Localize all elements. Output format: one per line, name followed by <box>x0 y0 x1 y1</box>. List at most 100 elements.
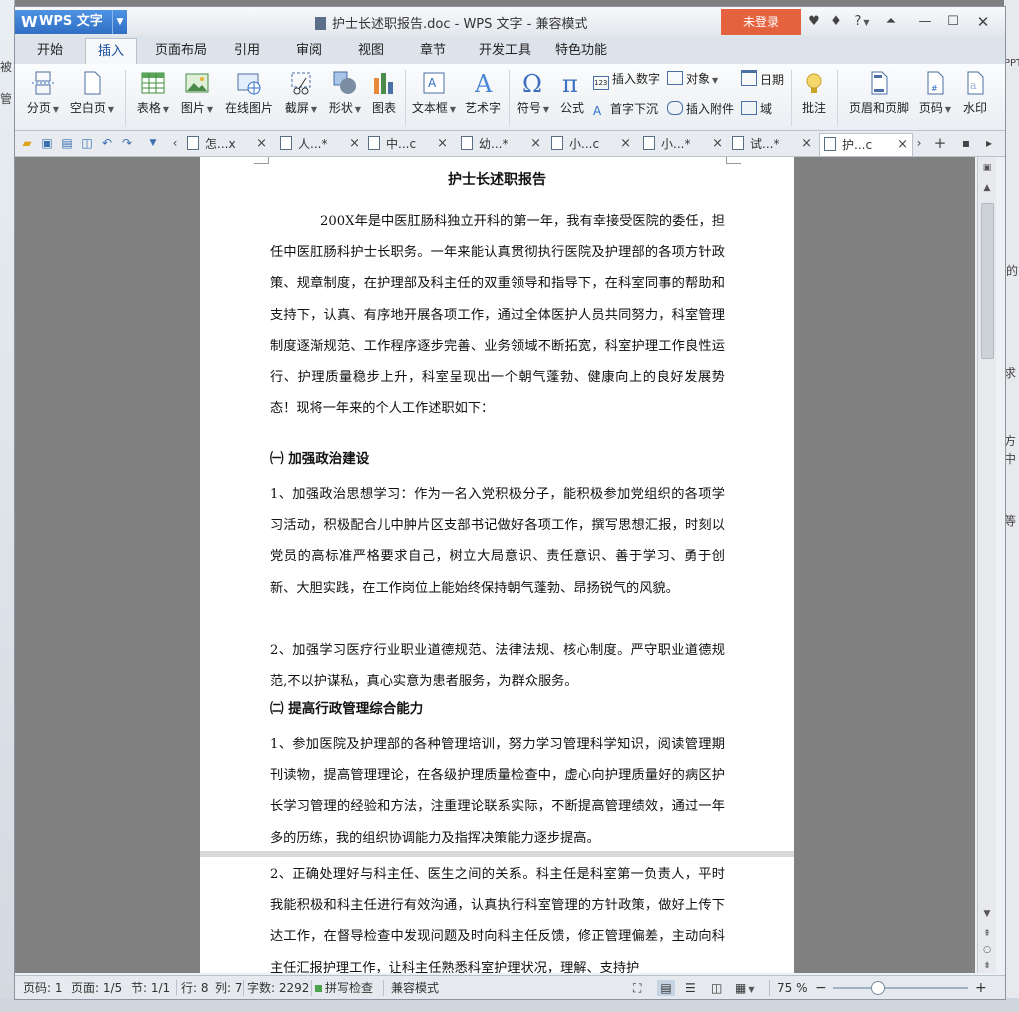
textbox-button[interactable]: A 文本框 ▼ <box>409 70 459 116</box>
chevron-right-icon[interactable]: › <box>911 135 927 151</box>
tab-page-layout[interactable]: 页面布局 <box>149 38 213 63</box>
chart-button[interactable]: 图表 <box>369 70 399 116</box>
spell-check-toggle[interactable]: 拼写检查 <box>315 980 373 996</box>
tab-view[interactable]: 视图 <box>351 38 391 63</box>
login-button[interactable]: 未登录 <box>721 9 801 35</box>
attachment-button[interactable]: 插入附件 <box>667 100 734 118</box>
wps-window: W WPS 文字 ▼ 护士长述职报告.doc - WPS 文字 - 兼容模式 未… <box>14 6 1006 1000</box>
new-tab-icon[interactable]: + <box>932 135 948 151</box>
tab-insert[interactable]: 插入 <box>85 38 137 64</box>
print-icon[interactable]: ▤ <box>59 135 75 151</box>
insert-number-button[interactable]: 123 插入数字 <box>593 70 660 90</box>
document-tab[interactable]: 中...c × <box>368 133 448 155</box>
field-button[interactable]: 域 <box>741 100 772 118</box>
zoom-slider-thumb[interactable] <box>870 981 885 995</box>
close-tab-icon[interactable]: × <box>349 133 360 155</box>
tab-settings-icon[interactable]: ▸ <box>981 135 997 151</box>
tab-list-icon[interactable]: ▪ <box>958 135 974 151</box>
tab-developer[interactable]: 开发工具 <box>473 38 537 63</box>
page-number-button[interactable]: # 页码 ▼ <box>915 70 955 116</box>
tab-review[interactable]: 审阅 <box>289 38 329 63</box>
formula-button[interactable]: π 公式 <box>557 70 587 116</box>
zoom-in-icon[interactable]: + <box>975 980 987 996</box>
zoom-slider-track[interactable] <box>833 987 968 989</box>
close-tab-icon[interactable]: × <box>256 133 267 155</box>
blank-page-button[interactable]: 空白页 ▼ <box>67 70 117 116</box>
minimize-icon[interactable]: — <box>917 13 933 31</box>
previous-page-icon[interactable]: ⇞ <box>978 927 996 941</box>
scroll-up-icon[interactable]: ▲ <box>978 181 996 195</box>
textbox-label: 文本框 <box>411 101 448 115</box>
wordart-button[interactable]: A 艺术字 <box>461 70 505 116</box>
skin-icon[interactable]: ♥ <box>806 13 822 31</box>
next-page-icon[interactable]: ⇟ <box>978 959 996 973</box>
close-tab-icon[interactable]: × <box>530 133 541 155</box>
comment-button[interactable]: 批注 <box>797 70 831 116</box>
tab-references[interactable]: 引用 <box>227 38 267 63</box>
fullscreen-view-icon[interactable]: ⛶ <box>633 980 641 996</box>
app-menu-button[interactable]: W WPS 文字 ▼ <box>15 10 127 34</box>
maximize-icon[interactable]: ☐ <box>945 13 961 31</box>
table-button[interactable]: 表格 ▼ <box>133 70 173 116</box>
watermark-button[interactable]: a 水印 <box>959 70 991 116</box>
header-footer-button[interactable]: 页眉和页脚 <box>845 70 913 116</box>
chevron-left-icon[interactable]: ‹ <box>167 135 183 151</box>
spell-check-label: 拼写检查 <box>325 981 374 995</box>
picture-button[interactable]: 图片 ▼ <box>177 70 217 116</box>
save-icon[interactable]: ▣ <box>39 135 55 151</box>
customize-dropdown-icon[interactable]: ▼ <box>145 135 161 151</box>
print-preview-icon[interactable]: ◫ <box>79 135 95 151</box>
online-picture-button[interactable]: 在线图片 <box>221 70 277 116</box>
split-icon[interactable]: ▣ <box>978 161 996 175</box>
close-tab-icon[interactable]: × <box>801 133 812 155</box>
scrollbar-thumb[interactable] <box>981 203 994 359</box>
collapse-icon[interactable]: ⏶ <box>883 13 899 31</box>
web-view-icon[interactable]: ◫ <box>711 980 722 996</box>
document-tab[interactable]: 小...* × <box>643 133 723 155</box>
close-icon[interactable]: ✕ <box>975 13 991 31</box>
shirt-icon[interactable]: ♦ <box>828 13 844 31</box>
tab-features[interactable]: 特色功能 <box>549 38 613 63</box>
reading-view-icon[interactable]: ▦ ▼ <box>735 980 755 996</box>
document-tab[interactable]: 人...* × <box>280 133 360 155</box>
shape-button[interactable]: 形状 ▼ <box>325 70 365 116</box>
document-page[interactable]: 2、正确处理好与科主任、医生之间的关系。科主任是科室第一负责人，平时我能积极和科… <box>200 857 794 973</box>
document-tab-active[interactable]: 护...c × <box>819 133 913 156</box>
chart-label: 图表 <box>371 101 396 115</box>
vertical-scrollbar[interactable]: ▣ ▲ ▼ ⇞ ○ ⇟ <box>977 157 996 973</box>
drop-cap-button[interactable]: A 首字下沉 <box>593 100 658 118</box>
object-label: 对象 <box>686 72 711 86</box>
help-icon[interactable]: ? ▼ <box>850 13 874 31</box>
chevron-down-icon[interactable]: ▼ <box>112 10 127 34</box>
page-break-button[interactable]: 分页 ▼ <box>23 70 63 116</box>
wordart-label: 艺术字 <box>464 101 501 115</box>
page-view-icon[interactable]: ▤ <box>657 980 675 996</box>
document-page[interactable]: 护士长述职报告 200X年是中医肛肠科独立开科的第一年，我有幸接受医院的委任，担… <box>200 157 794 851</box>
tab-chapter[interactable]: 章节 <box>413 38 453 63</box>
zoom-level[interactable]: 75 % <box>777 980 808 996</box>
select-browse-icon[interactable]: ○ <box>978 943 996 957</box>
date-button[interactable]: 日期 <box>741 70 784 88</box>
document-tab[interactable]: 怎...x × <box>187 133 267 155</box>
close-tab-icon[interactable]: × <box>712 133 723 155</box>
page-number-label: 页码 <box>918 101 943 115</box>
outline-view-icon[interactable]: ☰ <box>685 980 696 996</box>
screenshot-button[interactable]: 截屏 ▼ <box>281 70 321 116</box>
document-tab[interactable]: 试...* × <box>732 133 812 155</box>
document-tab[interactable]: 幼...* × <box>461 133 541 155</box>
document-tab[interactable]: 小...c × <box>551 133 631 155</box>
document-canvas[interactable]: 护士长述职报告 200X年是中医肛肠科独立开科的第一年，我有幸接受医院的委任，担… <box>15 157 975 973</box>
zoom-out-icon[interactable]: − <box>815 980 827 996</box>
status-word-count[interactable]: 字数: 2292 <box>247 980 309 996</box>
tab-start[interactable]: 开始 <box>27 38 73 63</box>
symbol-button[interactable]: Ω 符号 ▼ <box>513 70 553 116</box>
close-tab-icon[interactable]: × <box>437 133 448 155</box>
title-bar: W WPS 文字 ▼ 护士长述职报告.doc - WPS 文字 - 兼容模式 未… <box>15 7 1005 36</box>
open-folder-icon[interactable]: ▰ <box>19 135 35 151</box>
close-tab-icon[interactable]: × <box>620 133 631 155</box>
object-button[interactable]: 对象 ▼ <box>667 70 718 88</box>
undo-icon[interactable]: ↶ <box>99 135 115 151</box>
scroll-down-icon[interactable]: ▼ <box>978 907 996 921</box>
close-tab-icon[interactable]: × <box>897 134 908 156</box>
redo-icon[interactable]: ↷ <box>119 135 135 151</box>
